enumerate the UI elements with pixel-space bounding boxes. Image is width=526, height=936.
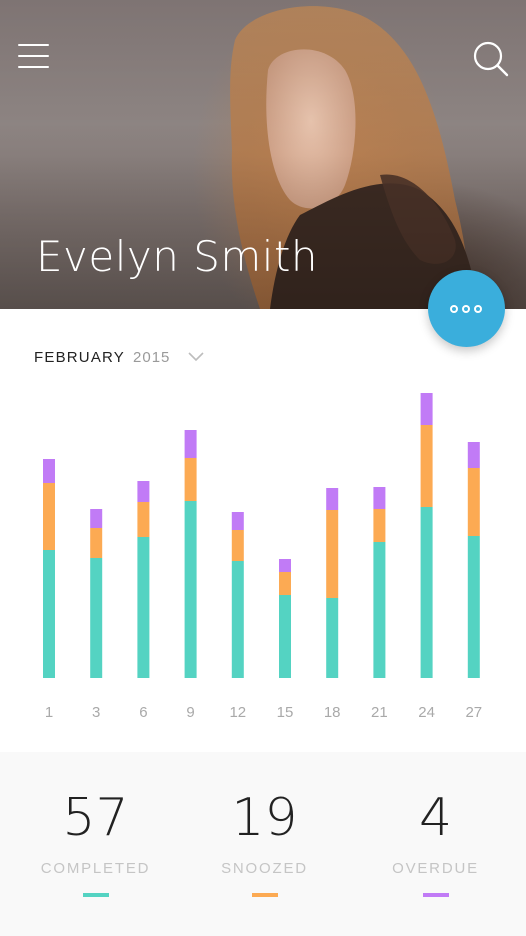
x-tick-label: 3 [92, 704, 100, 721]
x-tick-label: 21 [371, 704, 388, 721]
snoozed-label: SNOOZED [221, 860, 308, 877]
year-label: 2015 [133, 348, 171, 366]
profile-name: Evelyn Smith [36, 232, 319, 281]
x-tick-label: 27 [465, 704, 482, 721]
bar-completed-day-15 [279, 595, 291, 678]
bar-overdue-day-15 [279, 559, 291, 572]
bar-completed-day-21 [373, 542, 386, 678]
hamburger-menu-icon [18, 55, 49, 57]
x-tick-label: 9 [186, 704, 194, 721]
bar-completed-day-3 [90, 558, 103, 678]
bar-overdue-day-21 [373, 487, 386, 509]
month-picker[interactable]: FEBRUARY 2015 [34, 347, 204, 367]
bar-overdue-day-12 [231, 512, 244, 530]
tasks-bar-chart: 1 3 6 9 12 15 18 21 24 27 [43, 393, 482, 721]
x-tick-label: 24 [418, 704, 435, 721]
stat-overdue: 4 OVERDUE [348, 752, 523, 936]
bar-snoozed-day-1 [43, 483, 55, 550]
bar-completed-day-6 [137, 537, 150, 678]
bar-completed-day-1 [43, 550, 55, 678]
bar-overdue-day-18 [326, 488, 339, 510]
bar-completed-day-18 [326, 598, 339, 678]
x-tick-label: 15 [277, 704, 294, 721]
bar-snoozed-day-21 [373, 509, 386, 542]
bar-snoozed-day-24 [420, 425, 433, 507]
bar-completed-day-27 [467, 536, 480, 678]
overdue-count: 4 [418, 788, 453, 848]
search-icon [473, 41, 509, 77]
snoozed-count: 19 [231, 788, 298, 848]
month-label: FEBRUARY [34, 348, 126, 366]
bar-completed-day-9 [184, 501, 197, 678]
bar-overdue-day-6 [137, 481, 150, 502]
bar-overdue-day-1 [43, 459, 55, 483]
stat-snoozed: 19 SNOOZED [177, 752, 352, 936]
bar-overdue-day-3 [90, 509, 103, 528]
x-tick-label: 1 [45, 704, 53, 721]
completed-label: COMPLETED [40, 860, 151, 877]
bar-completed-day-24 [420, 507, 433, 678]
bar-overdue-day-9 [184, 430, 197, 458]
chevron-down-icon [188, 352, 204, 362]
menu-button[interactable] [18, 44, 50, 70]
bar-snoozed-day-6 [137, 502, 150, 537]
more-dots-icon [450, 305, 458, 313]
hamburger-menu-icon [18, 66, 49, 68]
more-options-button[interactable] [428, 270, 505, 347]
stat-completed: 57 COMPLETED [8, 752, 183, 936]
x-tick-label: 18 [324, 704, 341, 721]
completed-count: 57 [62, 788, 129, 848]
bar-snoozed-day-15 [279, 572, 291, 595]
completed-indicator [82, 893, 109, 897]
more-dots-icon [462, 305, 470, 313]
hamburger-menu-icon [18, 44, 49, 46]
x-tick-label: 12 [229, 704, 246, 721]
snoozed-indicator [251, 893, 278, 897]
more-dots-icon [474, 305, 482, 313]
overdue-indicator [422, 893, 449, 897]
bar-snoozed-day-3 [90, 528, 103, 558]
bar-snoozed-day-18 [326, 510, 339, 598]
bar-snoozed-day-12 [231, 530, 244, 561]
x-tick-label: 6 [139, 704, 147, 721]
bar-overdue-day-24 [420, 393, 433, 425]
bar-snoozed-day-27 [467, 468, 480, 536]
bar-completed-day-12 [231, 561, 244, 678]
overdue-label: OVERDUE [392, 860, 479, 877]
bar-overdue-day-27 [467, 442, 480, 468]
bar-snoozed-day-9 [184, 458, 197, 501]
search-button[interactable] [472, 40, 510, 78]
stats-panel: 57 COMPLETED 19 SNOOZED 4 OVERDUE [0, 752, 526, 936]
